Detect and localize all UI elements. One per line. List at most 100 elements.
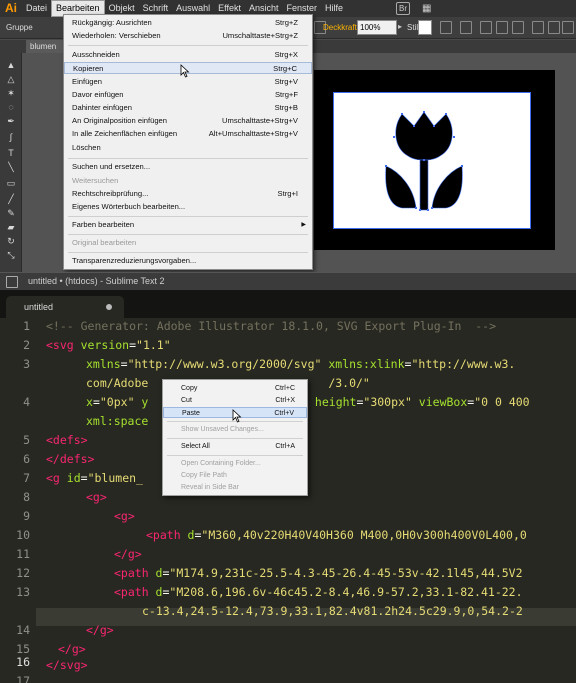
line-number: 3 — [23, 357, 30, 371]
editor-tab-label: untitled — [24, 302, 54, 312]
lasso-tool-icon[interactable]: ◌ — [5, 101, 17, 113]
align-top-icon[interactable] — [532, 21, 544, 34]
context-separator — [167, 438, 303, 439]
preferences-icon[interactable] — [460, 21, 472, 34]
menu-item-undo[interactable]: Rückgängig: Ausrichten Strg+Z — [64, 17, 312, 29]
menu-item-spell-check[interactable]: Rechtschreibprüfung... Strg+I — [64, 188, 312, 200]
rectangle-tool-icon[interactable]: ▭ — [5, 177, 17, 189]
line-number: 14 — [16, 623, 30, 637]
style-swatch[interactable] — [418, 20, 432, 35]
line-number-gutter: 1 2 3 4 5 6 7 8 9 10 11 12 13 14 15 16 1… — [0, 318, 36, 683]
code-line: xmlns="http://www.w3.org/2000/svg" xmlns… — [86, 357, 516, 371]
code-line: </g> — [58, 642, 86, 656]
menu-separator — [68, 216, 308, 217]
code-line: <g id="blumen_ — [46, 471, 143, 485]
type-tool-icon[interactable]: T — [5, 147, 17, 159]
menu-separator — [68, 252, 308, 253]
align-middle-icon[interactable] — [548, 21, 560, 34]
scale-tool-icon[interactable]: ⤡ — [5, 249, 17, 261]
menu-item-transparency-flattener-presets[interactable]: Transparenzreduzierungsvorgaben... — [64, 255, 312, 267]
screenshot-root: Ai Datei Bearbeiten Objekt Schrift Auswa… — [0, 0, 576, 683]
context-separator — [167, 455, 303, 456]
line-number: 10 — [16, 528, 30, 542]
line-number: 1 — [23, 319, 30, 333]
selection-tool-icon[interactable]: ▲ — [5, 59, 17, 71]
menu-item-find-replace[interactable]: Suchen und ersetzen... — [64, 161, 312, 173]
magic-wand-tool-icon[interactable]: ✶ — [5, 87, 17, 99]
context-item-copy[interactable]: Copy Ctrl+C — [163, 383, 307, 394]
line-number: 13 — [16, 585, 30, 599]
menu-item-cut[interactable]: Ausschneiden Strg+X — [64, 49, 312, 61]
menu-datei[interactable]: Datei — [22, 0, 51, 17]
opacity-field[interactable]: 100% — [357, 20, 397, 35]
toolbox: ▲ △ ✶ ◌ ✒ ∫ T ╲ ▭ ╱ ✎ ▰ ↻ ⤡ — [0, 53, 22, 272]
align-bottom-icon[interactable] — [562, 21, 574, 34]
align-center-icon[interactable] — [496, 21, 508, 34]
sublime-titlebar: untitled • (htdocs) - Sublime Text 2 — [0, 272, 576, 290]
eraser-tool-icon[interactable]: ▰ — [5, 221, 17, 233]
context-menu: Copy Ctrl+C Cut Ctrl+X Paste Ctrl+V Show Un… — [162, 379, 308, 496]
menu-item-edit-colors[interactable]: Farben bearbeiten ▶ — [64, 219, 312, 231]
menu-item-paste-in-back[interactable]: Dahinter einfügen Strg+B — [64, 102, 312, 114]
line-number: 9 — [23, 509, 30, 523]
submenu-arrow-icon: ▶ — [301, 222, 306, 228]
opacity-arrow-icon[interactable]: ▸ — [398, 22, 402, 31]
document-setup-icon[interactable] — [440, 21, 452, 34]
code-line: <defs> — [46, 433, 88, 447]
code-line: <svg version="1.1" — [46, 338, 171, 352]
menu-item-paste-in-front[interactable]: Davor einfügen Strg+F — [64, 89, 312, 101]
tulip-stem-shape — [419, 159, 429, 211]
menu-item-edit-original: Original bearbeiten — [72, 238, 137, 247]
line-number: 4 — [23, 395, 30, 409]
pencil-tool-icon[interactable]: ✎ — [5, 207, 17, 219]
paintbrush-tool-icon[interactable]: ╱ — [5, 193, 17, 205]
code-line: </defs> — [46, 452, 95, 466]
line-number: 11 — [16, 547, 30, 561]
bridge-button[interactable]: Br — [396, 2, 410, 15]
line-number: 5 — [23, 433, 30, 447]
menu-item-redo[interactable]: Wiederholen: Verschieben Umschalttaste+St… — [64, 30, 312, 42]
line-number: 6 — [23, 452, 30, 466]
code-line: <path d="M208.6,196.6v-46c45.2-8.4,46.9-… — [114, 585, 523, 599]
code-line: </g> — [86, 623, 114, 637]
tulip-flower-shape — [395, 111, 453, 161]
unsaved-dot-icon[interactable] — [106, 304, 112, 310]
line-number-current: 16 — [16, 655, 30, 669]
line-number: 8 — [23, 490, 30, 504]
code-editor[interactable]: <!-- Generator: Adobe Illustrator 18.1.0… — [46, 318, 576, 683]
line-number: 2 — [23, 338, 30, 352]
line-number: 12 — [16, 566, 30, 580]
context-item-reveal-in-side-bar: Reveal in Side Bar — [181, 484, 239, 491]
code-line: <path d="M360,40v220H40V40H360 M400,0H0v… — [146, 528, 527, 542]
tulip-artwork[interactable] — [384, 108, 464, 214]
edit-menu-dropdown: Rückgängig: Ausrichten Strg+Z Wiederholen… — [63, 14, 313, 270]
menu-separator — [68, 158, 308, 159]
opacity-label[interactable]: Deckkraft: — [323, 23, 359, 32]
context-item-cut[interactable]: Cut Ctrl+X — [163, 395, 307, 406]
menu-item-paste-on-all-artboards[interactable]: In alle Zeichenflächen einfügen Alt+Umsch… — [64, 128, 312, 140]
rotate-tool-icon[interactable]: ↻ — [5, 235, 17, 247]
menu-separator — [68, 234, 308, 235]
menu-item-edit-dictionary[interactable]: Eigenes Wörterbuch bearbeiten... — [64, 201, 312, 213]
menu-item-paste-in-place[interactable]: An Originalposition einfügen Umschalttast… — [64, 115, 312, 127]
curvature-tool-icon[interactable]: ∫ — [5, 131, 17, 143]
code-line: c-13.4,24.5-12.4,73.9,33.1,82.4v81.2h24.… — [142, 604, 523, 618]
menu-hilfe[interactable]: Hilfe — [321, 0, 347, 17]
arrange-documents-icon[interactable]: ▦ — [422, 2, 442, 15]
line-tool-icon[interactable]: ╲ — [5, 161, 17, 173]
direct-selection-tool-icon[interactable]: △ — [5, 73, 17, 85]
menu-item-clear[interactable]: Löschen — [64, 142, 312, 154]
menu-separator — [68, 45, 308, 46]
align-right-icon[interactable] — [512, 21, 524, 34]
sublime-app-icon — [6, 276, 18, 288]
align-left-icon[interactable] — [480, 21, 492, 34]
code-line: <path d="M174.9,231c-25.5-4.3-45-26.4-45… — [114, 566, 523, 580]
pen-tool-icon[interactable]: ✒ — [5, 115, 17, 127]
context-item-select-all[interactable]: Select All Ctrl+A — [163, 441, 307, 452]
line-number: 15 — [16, 642, 30, 656]
code-line: height="300px" viewBox="0 0 400 — [308, 395, 530, 409]
context-item-show-unsaved-changes: Show Unsaved Changes... — [181, 426, 264, 433]
tulip-leaf-right-shape — [431, 165, 463, 209]
code-line: </svg> — [46, 658, 88, 672]
editor-tab[interactable]: untitled — [6, 296, 124, 318]
